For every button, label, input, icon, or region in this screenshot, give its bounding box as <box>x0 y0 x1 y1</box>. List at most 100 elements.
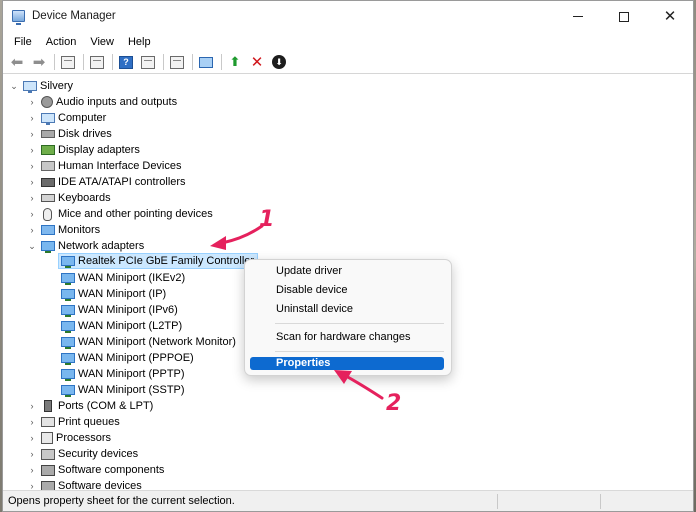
network-adapter-icon <box>61 369 75 381</box>
tree-item-wan-pptp[interactable]: WAN Miniport (PPTP) <box>61 366 185 382</box>
tree-item-label: Human Interface Devices <box>58 160 182 172</box>
forward-button[interactable]: ➡ <box>30 53 48 71</box>
menu-uninstall-device[interactable]: Uninstall device <box>250 301 444 318</box>
chevron-down-icon[interactable]: ⌄ <box>27 241 37 252</box>
monitor-scan-icon <box>199 56 213 68</box>
tree-item-label: Monitors <box>58 224 101 236</box>
tree-item-mice[interactable]: › Mice and other pointing devices <box>27 206 213 222</box>
close-button[interactable]: ✕ <box>647 1 693 32</box>
menu-scan-hardware[interactable]: Scan for hardware changes <box>250 329 444 346</box>
printer-icon <box>41 417 55 427</box>
network-adapter-icon <box>41 241 55 253</box>
network-adapter-icon <box>61 337 75 349</box>
update-driver-button[interactable]: ⬆ <box>226 53 244 71</box>
chevron-right-icon[interactable]: › <box>27 433 37 443</box>
chevron-right-icon[interactable]: › <box>27 209 37 219</box>
tree-item-print-queues[interactable]: › Print queues <box>27 414 120 430</box>
network-adapter-icon <box>61 305 75 317</box>
chevron-right-icon[interactable]: › <box>27 145 37 155</box>
console-tree-icon <box>61 55 75 69</box>
tree-item-audio[interactable]: › Audio inputs and outputs <box>27 94 177 110</box>
device-manager-window: Device Manager ✕ File Action View Help ⬅… <box>2 0 694 512</box>
tree-item-wan-l2tp[interactable]: WAN Miniport (L2TP) <box>61 318 182 334</box>
menu-help[interactable]: Help <box>121 36 158 48</box>
tree-root[interactable]: ⌄ Silvery <box>9 78 73 94</box>
hid-icon <box>41 161 55 171</box>
tree-item-disk-drives[interactable]: › Disk drives <box>27 126 112 142</box>
computer-icon <box>23 81 37 93</box>
chevron-right-icon[interactable]: › <box>27 129 37 139</box>
tree-item-hid[interactable]: › Human Interface Devices <box>27 158 182 174</box>
tree-item-wan-pppoe[interactable]: WAN Miniport (PPPOE) <box>61 350 194 366</box>
back-button[interactable]: ⬅ <box>8 53 26 71</box>
tree-item-label: Realtek PCIe GbE Family Controller <box>78 255 255 267</box>
chevron-right-icon[interactable]: › <box>27 161 37 171</box>
tree-item-label: Print queues <box>58 416 120 428</box>
tree-item-label: Software devices <box>58 480 142 490</box>
chevron-right-icon[interactable]: › <box>27 417 37 427</box>
show-hide-console-tree-button[interactable] <box>59 53 77 71</box>
minimize-icon <box>573 16 583 17</box>
tree-item-network-adapters[interactable]: ⌄ Network adapters <box>27 238 144 254</box>
print-button[interactable] <box>168 53 186 71</box>
chevron-down-icon[interactable]: ⌄ <box>9 81 19 92</box>
chevron-right-icon[interactable]: › <box>27 481 37 490</box>
maximize-icon <box>619 11 629 22</box>
chevron-right-icon[interactable]: › <box>27 449 37 459</box>
tree-item-ide[interactable]: › IDE ATA/ATAPI controllers <box>27 174 186 190</box>
disable-device-button[interactable]: ⬇ <box>270 53 288 71</box>
status-text: Opens property sheet for the current sel… <box>8 495 235 507</box>
minimize-button[interactable] <box>555 1 601 32</box>
tree-item-label: WAN Miniport (SSTP) <box>78 384 185 396</box>
help-icon: ? <box>119 55 133 69</box>
tree-item-realtek[interactable]: Realtek PCIe GbE Family Controller <box>58 253 259 269</box>
action-pane-button[interactable] <box>139 53 157 71</box>
tree-item-ports[interactable]: › Ports (COM & LPT) <box>27 398 153 414</box>
tree-item-label: Keyboards <box>58 192 111 204</box>
menu-disable-device[interactable]: Disable device <box>250 282 444 299</box>
speaker-icon <box>41 96 53 108</box>
tree-item-label: Software components <box>58 464 165 476</box>
close-icon: ✕ <box>663 8 677 25</box>
chevron-right-icon[interactable]: › <box>27 193 37 203</box>
help-toolbar-button[interactable]: ? <box>117 53 135 71</box>
tree-item-monitors[interactable]: › Monitors <box>27 222 101 238</box>
network-adapter-icon <box>61 353 75 365</box>
menu-file[interactable]: File <box>7 36 39 48</box>
tree-item-wan-ikev2[interactable]: WAN Miniport (IKEv2) <box>61 270 185 286</box>
chevron-right-icon[interactable]: › <box>27 465 37 475</box>
maximize-button[interactable] <box>601 1 647 32</box>
chevron-right-icon[interactable]: › <box>27 97 37 107</box>
tree-item-label: WAN Miniport (IPv6) <box>78 304 178 316</box>
tree-item-wan-sstp[interactable]: WAN Miniport (SSTP) <box>61 382 185 398</box>
properties-sheet-icon <box>90 55 104 69</box>
tree-item-label: WAN Miniport (IKEv2) <box>78 272 186 284</box>
menu-properties[interactable]: Properties <box>250 357 444 370</box>
tree-item-label: Network adapters <box>58 240 145 252</box>
chevron-right-icon[interactable]: › <box>27 113 37 123</box>
tree-item-wan-network-monitor[interactable]: WAN Miniport (Network Monitor) <box>61 334 236 350</box>
scan-hardware-button[interactable] <box>197 53 215 71</box>
back-arrow-icon: ⬅ <box>10 54 24 71</box>
tree-item-security-devices[interactable]: › Security devices <box>27 446 139 462</box>
uninstall-button[interactable]: ✕ <box>248 53 266 71</box>
properties-toolbar-button[interactable] <box>88 53 106 71</box>
tree-item-computer[interactable]: › Computer <box>27 110 106 126</box>
tree-item-keyboards[interactable]: › Keyboards <box>27 190 111 206</box>
mouse-icon <box>43 207 52 221</box>
tree-item-software-devices[interactable]: › Software devices <box>27 478 142 490</box>
tree-item-software-components[interactable]: › Software components <box>27 462 165 478</box>
chevron-right-icon[interactable]: › <box>27 401 37 411</box>
tree-item-processors[interactable]: › Processors <box>27 430 111 446</box>
menu-action[interactable]: Action <box>39 36 84 48</box>
chevron-right-icon[interactable]: › <box>27 225 37 235</box>
tree-item-wan-ipv6[interactable]: WAN Miniport (IPv6) <box>61 302 178 318</box>
menu-view[interactable]: View <box>83 36 121 48</box>
tree-item-wan-ip[interactable]: WAN Miniport (IP) <box>61 286 166 302</box>
toolbar-separator <box>192 54 193 70</box>
tree-item-display-adapters[interactable]: › Display adapters <box>27 142 140 158</box>
toolbar-separator <box>221 54 222 70</box>
menu-update-driver[interactable]: Update driver <box>250 263 444 280</box>
forward-arrow-icon: ➡ <box>32 54 46 71</box>
chevron-right-icon[interactable]: › <box>27 177 37 187</box>
